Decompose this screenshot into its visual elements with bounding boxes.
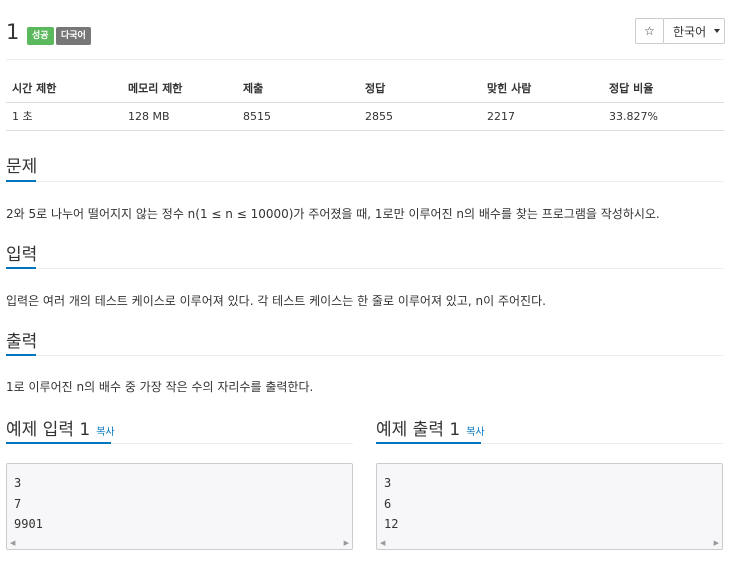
header-accept-ratio: 정답 비율 [603,74,724,103]
sample-input-title: 예제 입력 1 복사 [6,415,115,440]
scroll-right-icon[interactable]: ▶ [344,539,349,547]
header-time-limit: 시간 제한 [6,74,122,103]
cell-accept-ratio: 33.827% [603,102,724,131]
problem-title: 1 [6,20,20,44]
language-label: 한국어 [673,24,707,39]
table-header-row: 시간 제한 메모리 제한 제출 정답 맞힌 사람 정답 비율 [6,74,724,103]
sample-output-box[interactable]: 3 6 12 ◀ ▶ [376,463,723,550]
problem-section-divider [6,180,724,182]
status-badge-multilang[interactable]: 다국어 [56,27,91,45]
problem-info-table: 시간 제한 메모리 제한 제출 정답 맞힌 사람 정답 비율 1 초 128 M… [6,74,724,131]
problem-section-title: 문제 [6,157,38,177]
output-description: 1로 이루어진 n의 배수 중 가장 작은 수의 자리수를 출력한다. [6,380,314,394]
sample-output-line: 3 [384,476,392,490]
status-badge-success: 성공 [27,27,54,45]
sample-output-line: 12 [384,517,399,531]
sample-input-label: 예제 입력 1 [6,420,91,440]
table-row: 1 초 128 MB 8515 2855 2217 33.827% [6,102,724,131]
sample-output-line: 6 [384,496,392,511]
sample-input-line: 3 [14,476,22,490]
star-icon: ☆ [644,24,655,38]
header-memory-limit: 메모리 제한 [122,74,237,103]
header-submissions: 제출 [237,74,359,103]
input-section-title: 입력 [6,245,38,265]
sample-input-line: 9901 [14,517,43,531]
output-section-divider [6,354,724,356]
language-dropdown[interactable]: 한국어 [663,18,725,44]
scroll-left-icon[interactable]: ◀ [380,539,385,547]
sample-input-box[interactable]: 3 7 9901 ◀ ▶ [6,463,353,550]
sample-output-title: 예제 출력 1 복사 [376,415,485,440]
problem-description: 2와 5로 나누어 떨어지지 않는 정수 n(1 ≤ n ≤ 10000)가 주… [6,207,660,221]
caret-down-icon [714,29,721,33]
sample-input-line: 7 [14,496,22,511]
cell-time-limit: 1 초 [6,102,122,131]
cell-memory-limit: 128 MB [122,102,237,131]
scroll-left-icon[interactable]: ◀ [10,539,15,547]
sample-input-divider [6,442,353,444]
sample-output-divider [376,442,723,444]
input-description: 입력은 여러 개의 테스트 케이스로 이루어져 있다. 각 테스트 케이스는 한… [6,294,546,308]
sample-output-label: 예제 출력 1 [376,420,461,440]
copy-input-button[interactable]: 복사 [96,427,114,438]
copy-output-button[interactable]: 복사 [466,427,484,438]
cell-accepted[interactable]: 2855 [359,102,481,131]
header-solved-users: 맞힌 사람 [481,74,603,103]
cell-submissions[interactable]: 8515 [237,102,359,131]
output-section-title: 출력 [6,332,38,352]
star-button[interactable]: ☆ [635,18,664,44]
input-section-divider [6,267,724,269]
cell-solved-users[interactable]: 2217 [481,102,603,131]
problem-header: 1 성공 다국어 ☆ 한국어 [6,18,725,60]
header-accepted: 정답 [359,74,481,103]
scroll-right-icon[interactable]: ▶ [714,539,719,547]
